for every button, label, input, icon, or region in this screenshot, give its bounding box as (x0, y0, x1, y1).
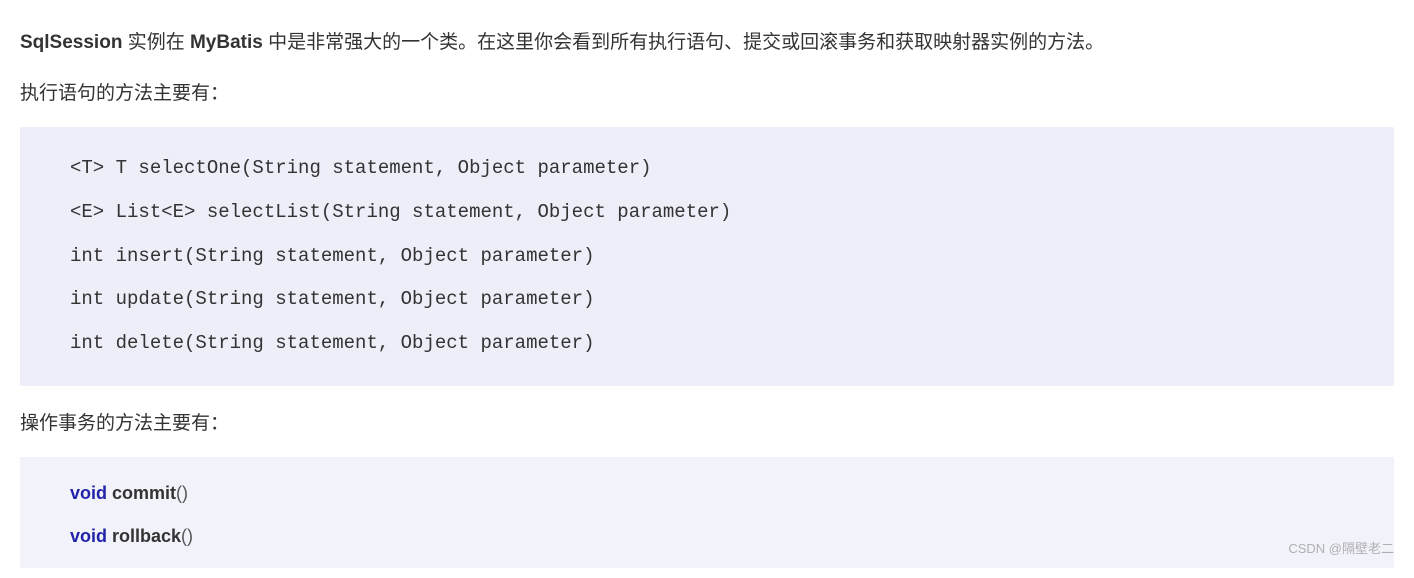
paren-1: () (176, 483, 188, 503)
code-block-1: <T> T selectOne(String statement, Object… (20, 127, 1394, 385)
sub-heading-2: 操作事务的方法主要有： (20, 406, 1394, 442)
code-block-2: void commit() void rollback() (20, 457, 1394, 568)
code2-line2: void rollback() (70, 515, 1344, 558)
keyword-void-1: void (70, 483, 107, 503)
intro-bold2: MyBatis (190, 32, 263, 53)
keyword-void-2: void (70, 526, 107, 546)
code1-line2: <E> List<E> selectList(String statement,… (70, 191, 1344, 235)
code1-line5: int delete(String statement, Object para… (70, 322, 1344, 366)
code1-line4: int update(String statement, Object para… (70, 278, 1344, 322)
sub-heading-1: 执行语句的方法主要有： (20, 76, 1394, 112)
code2-line1: void commit() (70, 472, 1344, 515)
fn-commit: commit (107, 483, 176, 503)
paren-2: () (181, 526, 193, 546)
intro-paragraph: SqlSession 实例在 MyBatis 中是非常强大的一个类。在这里你会看… (20, 25, 1394, 61)
intro-bold1: SqlSession (20, 32, 122, 53)
watermark: CSDN @隔壁老二 (1288, 538, 1394, 557)
code1-line3: int insert(String statement, Object para… (70, 235, 1344, 279)
fn-rollback: rollback (107, 526, 181, 546)
intro-text1: 实例在 (122, 32, 190, 53)
code1-line1: <T> T selectOne(String statement, Object… (70, 147, 1344, 191)
intro-text2: 中是非常强大的一个类。在这里你会看到所有执行语句、提交或回滚事务和获取映射器实例… (263, 32, 1104, 53)
